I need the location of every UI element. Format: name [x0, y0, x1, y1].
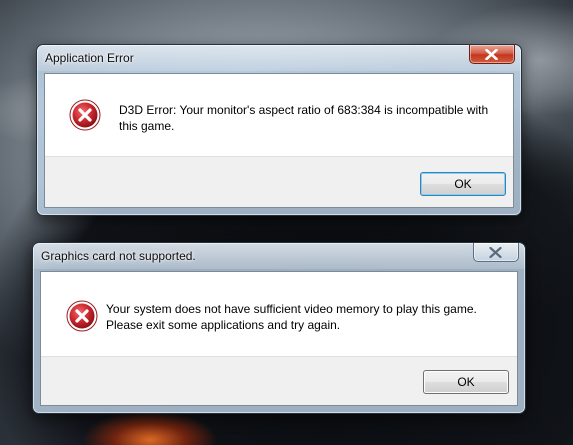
error-message: Your system does not have sufficient vid… — [106, 301, 477, 333]
close-icon — [485, 49, 498, 60]
message-line-2: this game. — [119, 119, 175, 133]
message-line-1: Your system does not have sufficient vid… — [106, 302, 477, 316]
dialog-message-area: D3D Error: Your monitor's aspect ratio o… — [45, 74, 513, 156]
close-button[interactable] — [473, 243, 519, 262]
error-icon — [66, 300, 98, 332]
footer-separator — [41, 356, 517, 357]
close-icon — [489, 247, 502, 258]
ok-button[interactable]: OK — [423, 370, 509, 394]
ok-button[interactable]: OK — [420, 172, 506, 196]
error-message: D3D Error: Your monitor's aspect ratio o… — [119, 102, 488, 134]
dialog-client-area: Your system does not have sufficient vid… — [40, 271, 518, 406]
dialog-client-area: D3D Error: Your monitor's aspect ratio o… — [44, 73, 514, 208]
close-button[interactable] — [469, 45, 515, 64]
dialog-message-area: Your system does not have sufficient vid… — [41, 272, 517, 356]
error-icon — [69, 99, 101, 131]
dialog-title: Graphics card not supported. — [41, 249, 196, 263]
application-error-dialog: Application Error D3D Error: Your monito… — [36, 44, 522, 216]
message-line-2: Please exit some applications and try ag… — [106, 318, 341, 332]
dialog-title: Application Error — [45, 51, 134, 65]
graphics-card-dialog: Graphics card not supported. Your system… — [32, 242, 526, 414]
message-line-1: D3D Error: Your monitor's aspect ratio o… — [119, 103, 489, 117]
footer-separator — [45, 156, 513, 157]
